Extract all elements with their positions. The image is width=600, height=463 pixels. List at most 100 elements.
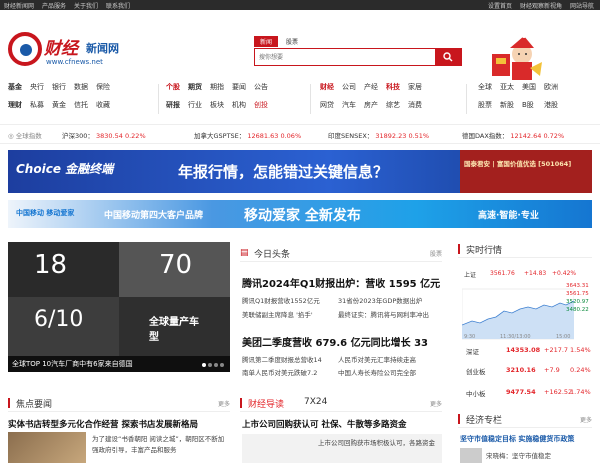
market-tab[interactable]: 上证: [464, 270, 476, 279]
guide-headline[interactable]: 上市公司回购获认可 社保、牛散等多路资金: [242, 418, 406, 430]
slide-dot[interactable]: [208, 363, 212, 367]
more-link[interactable]: 更多: [430, 399, 442, 408]
headline-sub[interactable]: 人民币对美元汇率持续走高: [338, 354, 416, 364]
headline[interactable]: 腾讯2024年Q1财报出炉：营收 1595 亿元: [242, 275, 440, 290]
banner-brand: Choice 金融终端: [16, 162, 114, 176]
nav-item[interactable]: 数据: [74, 82, 88, 92]
nav-item[interactable]: 收藏: [96, 100, 110, 110]
nav-item[interactable]: 亚太: [500, 82, 514, 92]
topbar-link[interactable]: 网站导航: [570, 1, 594, 10]
mascot-icon: [492, 34, 542, 80]
guide-card[interactable]: 上市公司回购获市场积极认可，各路资金: [242, 434, 442, 463]
topbar-link[interactable]: 关于我们: [74, 1, 98, 10]
nav-item[interactable]: 行业: [188, 100, 202, 110]
quote-name: 创业板: [466, 368, 486, 376]
search-tab-stock[interactable]: 股票: [280, 36, 304, 47]
nav-item[interactable]: 房产: [364, 100, 378, 110]
search-button[interactable]: [435, 49, 461, 65]
topbar-link[interactable]: 设置首页: [488, 1, 512, 10]
headline-sub[interactable]: 美联储副主席降息 '掐手': [242, 309, 313, 319]
ad-banner-mobile[interactable]: 中国移动 移动爱家 中国移动第四大客户品牌 移动爱家 全新发布 高速·智能·专业: [8, 200, 592, 228]
tab-7x24[interactable]: 7X24: [304, 397, 327, 407]
ticker-change: 0.06%: [280, 132, 302, 140]
banner-slogan: 移动爱家 全新发布: [244, 208, 361, 224]
topbar-link[interactable]: 联系我们: [106, 1, 130, 10]
ad-banner-choice[interactable]: Choice 金融终端 年报行情，怎能错过关键信息？ 国泰君安 | 富国价值优选…: [8, 150, 592, 193]
ticker-item[interactable]: 德国DAX指数： 12142.64 0.72%: [462, 130, 564, 140]
more-link[interactable]: 股票: [430, 249, 442, 258]
nav-item[interactable]: 汽车: [342, 100, 356, 110]
headline[interactable]: 美团二季度营收 679.6 亿元同比增长 33: [242, 334, 428, 349]
nav-item[interactable]: 消费: [408, 100, 422, 110]
banner-side-ad[interactable]: 国泰君安 | 富国价值优选 [501064]: [460, 150, 592, 193]
topbar-link[interactable]: 财经新闻网: [4, 1, 34, 10]
slide-caption[interactable]: 全球TOP 10汽车厂商中有6家来自德国: [8, 356, 230, 372]
slide-dot[interactable]: [220, 363, 224, 367]
nav-item[interactable]: 公告: [254, 82, 268, 92]
nav-item[interactable]: 信托: [74, 100, 88, 110]
nav-item[interactable]: 黄金: [52, 100, 66, 110]
nav-item[interactable]: 财经: [320, 82, 334, 92]
headline-sub[interactable]: 31省份2023年GDP数据出炉: [338, 295, 422, 305]
nav-item[interactable]: 保险: [96, 82, 110, 92]
more-link[interactable]: 更多: [580, 415, 592, 424]
logo-url: www.cfnews.net: [46, 58, 103, 66]
nav-item[interactable]: 理财: [8, 100, 22, 110]
nav-item[interactable]: 科技: [386, 82, 400, 92]
quote-change: +7.9: [544, 366, 560, 374]
quote-row[interactable]: 中小板 9477.54 +162.52 1.74%: [466, 388, 592, 400]
nav-item[interactable]: 新股: [500, 100, 514, 110]
section-title[interactable]: 财经导读: [248, 397, 284, 410]
ticker-item[interactable]: 加拿大GSPTSE： 12681.63 0.06%: [194, 130, 301, 140]
quote-row[interactable]: 创业板 3210.16 +7.9 0.24%: [466, 366, 592, 378]
nav-item[interactable]: 股票: [478, 100, 492, 110]
quote-value: 3210.16: [506, 366, 536, 374]
search-tab-news[interactable]: 新闻: [254, 36, 279, 47]
nav-item[interactable]: 全球: [478, 82, 492, 92]
nav-item[interactable]: 个股: [166, 82, 180, 92]
nav-item[interactable]: 研报: [166, 100, 180, 110]
nav-item[interactable]: 创投: [254, 100, 268, 110]
nav-item[interactable]: 港股: [544, 100, 558, 110]
topbar-link[interactable]: 财经观察新视角: [520, 1, 562, 10]
nav-item[interactable]: 家居: [408, 82, 422, 92]
nav-item[interactable]: 基金: [8, 82, 22, 92]
nav-item[interactable]: 私募: [30, 100, 44, 110]
photo-slideshow[interactable]: 18 70 6/10 全球量产车型 全球TOP 10汽车厂商中有6家来自德国: [8, 242, 230, 372]
ticker-change: 0.72%: [543, 132, 565, 140]
headline-sub[interactable]: 南单人民币对美元跌破7.2: [242, 367, 317, 377]
search-input[interactable]: [255, 49, 435, 65]
nav-item[interactable]: 网贷: [320, 100, 334, 110]
focus-thumbnail[interactable]: [8, 432, 86, 463]
nav-item[interactable]: 综艺: [386, 100, 400, 110]
site-logo[interactable]: 财经 新闻网 www.cfnews.net: [8, 32, 128, 72]
nav-item[interactable]: 产经: [364, 82, 378, 92]
nav-item[interactable]: 期指: [210, 82, 224, 92]
quote-row[interactable]: 深证 14353.08 +217.7 1.54%: [466, 346, 592, 358]
slide-dot[interactable]: [214, 363, 218, 367]
headline-sub[interactable]: 最终证实：腾讯将与网利率冲出: [338, 309, 429, 319]
nav-item[interactable]: 欧洲: [544, 82, 558, 92]
ticker-item[interactable]: 沪深300： 3830.54 0.22%: [62, 130, 146, 140]
more-link[interactable]: 更多: [218, 399, 230, 408]
nav-item[interactable]: B股: [522, 100, 536, 110]
headline-sub[interactable]: 中国人寿长寿险公司完全部: [338, 367, 416, 377]
nav-item[interactable]: 机构: [232, 100, 246, 110]
ticker-item[interactable]: 印度SENSEX： 31892.23 0.51%: [328, 130, 429, 140]
headline-sub[interactable]: 腾讯Q1财报营收1552亿元: [242, 295, 320, 305]
headline-sub[interactable]: 腾讯第二季度财报总营收14: [242, 354, 322, 364]
slide-dot[interactable]: [202, 363, 206, 367]
nav-item[interactable]: 美国: [522, 82, 536, 92]
ticker-name: 加拿大GSPTSE：: [194, 132, 246, 140]
focus-headline[interactable]: 实体书店转型多元化合作经营 探索书店发展新格局: [8, 418, 198, 430]
slide-dots: [202, 363, 224, 367]
nav-item[interactable]: 银行: [52, 82, 66, 92]
nav-group-stock: 个股 期货 期指 要闻 公告 研报 行业 板块 机构 创投: [166, 82, 268, 110]
nav-item[interactable]: 公司: [342, 82, 356, 92]
nav-item[interactable]: 板块: [210, 100, 224, 110]
nav-item[interactable]: 央行: [30, 82, 44, 92]
nav-item[interactable]: 期货: [188, 82, 202, 92]
topbar-link[interactable]: 产品服务: [42, 1, 66, 10]
column-headline[interactable]: 坚守市值稳定目标 实施稳健货币政策: [460, 434, 574, 444]
nav-item[interactable]: 要闻: [232, 82, 246, 92]
